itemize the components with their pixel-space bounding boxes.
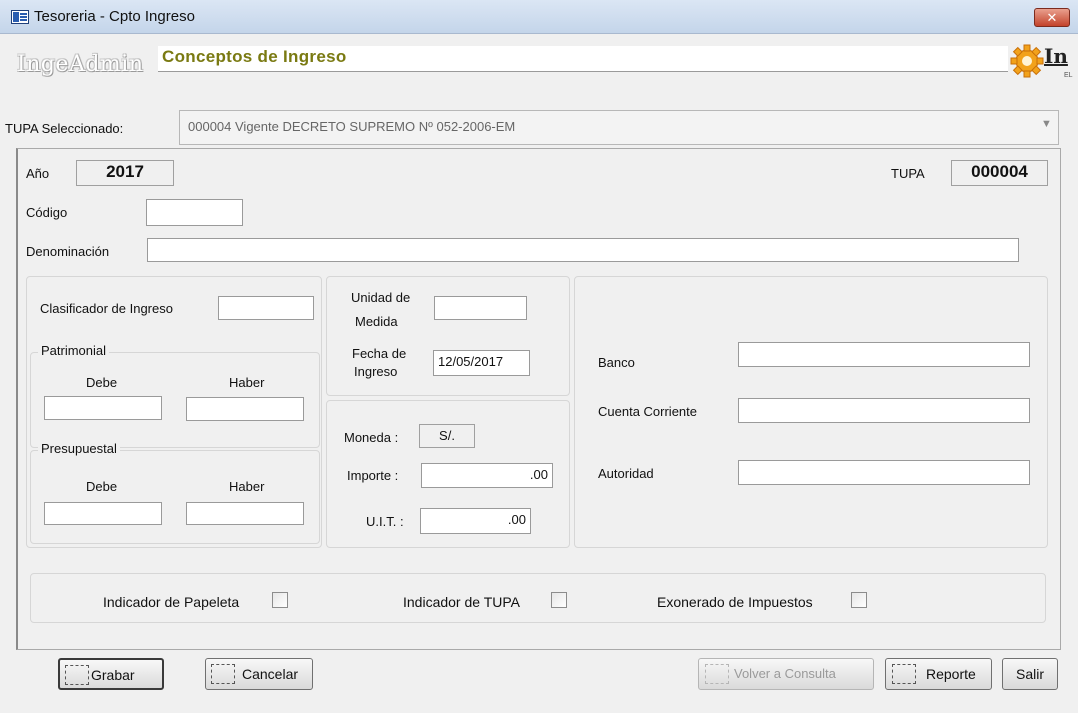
close-button[interactable]: ✕ <box>1034 8 1070 27</box>
unidad-label-1: Unidad de <box>351 290 411 305</box>
denominacion-field[interactable] <box>147 238 1019 262</box>
patrimonial-haber-label: Haber <box>229 375 265 390</box>
volver-consulta-icon <box>705 664 729 684</box>
reporte-button[interactable]: Reporte <box>885 658 992 690</box>
papeleta-label: Indicador de Papeleta <box>103 594 240 610</box>
autoridad-field[interactable] <box>738 460 1030 485</box>
unidad-medida-field[interactable] <box>434 296 527 320</box>
exonerado-checkbox[interactable] <box>851 592 867 608</box>
cuenta-corriente-field[interactable] <box>738 398 1030 423</box>
brand-logo-text: IngeAdmin <box>17 52 144 77</box>
fecha-ingreso-field[interactable]: 12/05/2017 <box>433 350 530 376</box>
moneda-field: S/. <box>419 424 475 448</box>
volver-consulta-button[interactable]: Volver a Consulta <box>698 658 874 690</box>
uit-label: U.I.T. : <box>366 514 404 529</box>
presupuestal-haber-label: Haber <box>229 479 265 494</box>
reporte-label: Reporte <box>926 666 976 682</box>
clasificador-label: Clasificador de Ingreso <box>40 301 173 316</box>
cuenta-corriente-label: Cuenta Corriente <box>598 404 697 419</box>
volver-consulta-label: Volver a Consulta <box>734 666 836 681</box>
denominacion-label: Denominación <box>26 244 110 259</box>
tupa-selector-label: TUPA Seleccionado: <box>5 121 124 136</box>
tupa-select-value: 000004 Vigente DECRETO SUPREMO Nº 052-20… <box>188 119 516 134</box>
banco-field[interactable] <box>738 342 1030 367</box>
exonerado-label: Exonerado de Impuestos <box>657 594 813 610</box>
uit-field[interactable]: .00 <box>420 508 531 534</box>
unidad-label-2: Medida <box>355 314 398 329</box>
tupa-indicator-checkbox[interactable] <box>551 592 567 608</box>
company-logo-subtext: EL <box>1064 72 1073 79</box>
cancelar-icon <box>211 664 235 684</box>
gear-logo-icon <box>1010 44 1044 78</box>
anio-label: Año <box>26 166 50 181</box>
codigo-label: Código <box>26 205 68 220</box>
app-icon <box>11 10 29 24</box>
presupuestal-group <box>30 450 320 544</box>
fecha-label-2: Ingreso <box>354 364 398 379</box>
presupuestal-debe-label: Debe <box>86 479 118 494</box>
page-title: Conceptos de Ingreso <box>162 47 347 66</box>
company-logo-text: In <box>1044 44 1068 68</box>
anio-field: 2017 <box>76 160 174 186</box>
presupuestal-haber-field[interactable] <box>186 502 304 525</box>
grabar-icon <box>65 665 89 685</box>
salir-button[interactable]: Salir <box>1002 658 1058 690</box>
banco-label: Banco <box>598 355 635 370</box>
cancelar-label: Cancelar <box>242 666 299 682</box>
presupuestal-debe-field[interactable] <box>44 502 162 525</box>
patrimonial-legend: Patrimonial <box>38 343 110 358</box>
tupa-code-label: TUPA <box>891 166 925 181</box>
patrimonial-debe-field[interactable] <box>44 396 162 420</box>
importe-label: Importe : <box>347 468 399 483</box>
patrimonial-haber-field[interactable] <box>186 397 304 421</box>
reporte-icon <box>892 664 916 684</box>
patrimonial-debe-label: Debe <box>86 375 118 390</box>
window-title: Tesoreria - Cpto Ingreso <box>34 8 195 25</box>
fecha-label-1: Fecha de <box>352 346 407 361</box>
chevron-down-icon[interactable]: ▼ <box>1041 118 1052 130</box>
codigo-field[interactable] <box>146 199 243 226</box>
tupa-code-field: 000004 <box>951 160 1048 186</box>
moneda-label: Moneda : <box>344 430 399 445</box>
grabar-label: Grabar <box>91 667 135 683</box>
importe-field[interactable]: .00 <box>421 463 553 488</box>
autoridad-label: Autoridad <box>598 466 654 481</box>
presupuestal-legend: Presupuestal <box>38 441 120 456</box>
grabar-button[interactable]: Grabar <box>58 658 164 690</box>
clasificador-field[interactable] <box>218 296 314 320</box>
cancelar-button[interactable]: Cancelar <box>205 658 313 690</box>
tupa-indicator-label: Indicador de TUPA <box>403 594 520 610</box>
papeleta-checkbox[interactable] <box>272 592 288 608</box>
